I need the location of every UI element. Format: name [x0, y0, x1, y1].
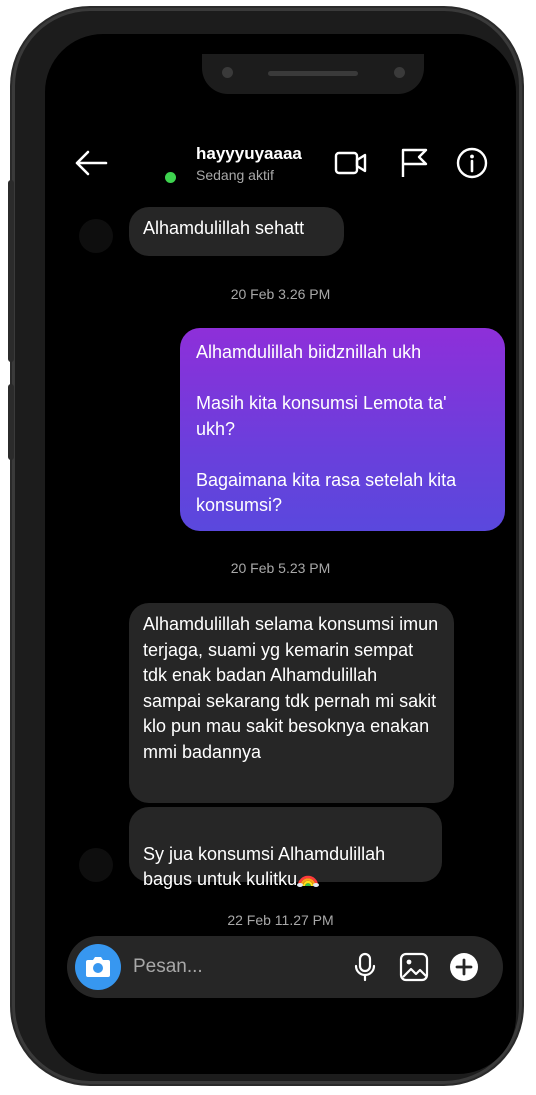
phone-frame: hayyyuyaaaa Sedang aktif Alhamdulillah s… [8, 8, 522, 1084]
sender-avatar [79, 848, 113, 882]
front-camera [222, 67, 233, 78]
message-text: Sy jua konsumsi Alhamdulillah bagus untu… [143, 843, 386, 890]
message-outgoing[interactable]: Alhamdulillah biidznillah ukh Masih kita… [180, 328, 505, 531]
camera-button[interactable] [75, 944, 121, 990]
flag-icon[interactable] [397, 146, 431, 180]
microphone-icon[interactable] [349, 951, 381, 983]
rainbow-icon [297, 875, 320, 887]
message-timestamp: 20 Feb 3.26 PM [230, 286, 331, 302]
app-screen: hayyyuyaaaa Sedang aktif Alhamdulillah s… [45, 34, 516, 1074]
add-icon[interactable] [448, 951, 480, 983]
message-timestamp: 22 Feb 11.27 PM [227, 912, 334, 928]
video-call-icon[interactable] [334, 146, 368, 180]
message-timestamp: 20 Feb 5.23 PM [230, 560, 331, 576]
info-icon[interactable] [455, 146, 489, 180]
sensor-dot [394, 67, 405, 78]
phone-side-button [8, 180, 14, 362]
earpiece-speaker [268, 71, 358, 76]
message-incoming[interactable]: Sy jua konsumsi Alhamdulillah bagus untu… [129, 807, 442, 889]
message-incoming[interactable]: Alhamdulillah selama konsumsi imun terja… [129, 603, 454, 803]
back-arrow-icon[interactable] [73, 148, 109, 178]
message-composer[interactable]: Pesan... [67, 936, 503, 998]
sender-avatar [79, 219, 113, 253]
camera-icon [86, 957, 110, 977]
gallery-icon[interactable] [398, 951, 430, 983]
contact-username[interactable]: hayyyuyaaaa [196, 144, 302, 164]
online-status-dot [165, 172, 176, 183]
contact-status: Sedang aktif [196, 167, 274, 183]
phone-side-button [8, 384, 14, 460]
phone-notch [202, 54, 424, 94]
message-incoming[interactable]: Alhamdulillah sehatt [129, 207, 344, 256]
message-input[interactable]: Pesan... [133, 956, 203, 978]
